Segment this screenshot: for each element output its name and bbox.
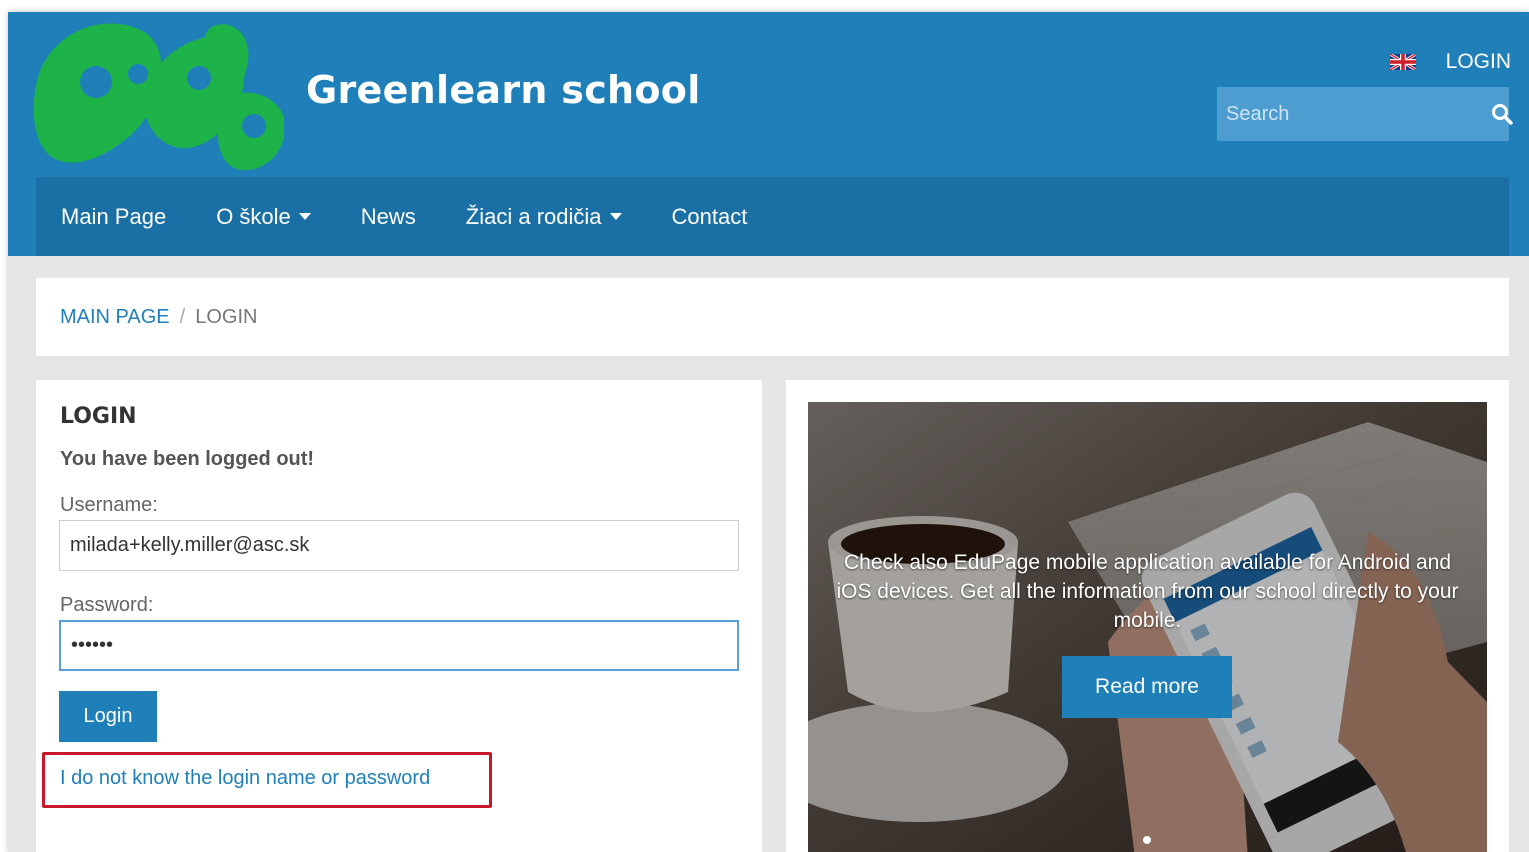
nav-item-o-skole[interactable]: O škole bbox=[191, 177, 336, 256]
search-box bbox=[1217, 87, 1513, 141]
breadcrumb-separator: / bbox=[179, 305, 186, 328]
school-logo[interactable] bbox=[34, 14, 284, 172]
search-input[interactable] bbox=[1217, 87, 1491, 141]
main-navigation: Main Page O škole News Žiaci a rodičia C… bbox=[36, 177, 1509, 256]
promo-banner-image: Check also EduPage mobile application av… bbox=[808, 402, 1487, 852]
carousel-dot[interactable] bbox=[1143, 836, 1151, 844]
breadcrumb-current: LOGIN bbox=[195, 305, 258, 328]
password-field[interactable] bbox=[59, 620, 739, 671]
nav-item-label: O škole bbox=[216, 203, 291, 229]
logout-message: You have been logged out! bbox=[60, 448, 315, 470]
forgot-credentials-link[interactable]: I do not know the login name or password bbox=[60, 767, 430, 790]
page-frame: Greenlearn school LOGIN Search Main Page… bbox=[8, 12, 1529, 852]
username-field[interactable] bbox=[59, 520, 739, 571]
promo-text: Check also EduPage mobile application av… bbox=[836, 551, 1459, 632]
search-icon bbox=[1492, 104, 1513, 125]
nav-item-news[interactable]: News bbox=[336, 177, 441, 256]
password-label: Password: bbox=[60, 594, 154, 616]
breadcrumb: MAIN PAGE / LOGIN bbox=[36, 278, 1509, 356]
login-button[interactable]: Login bbox=[59, 691, 157, 742]
nav-item-label: Main Page bbox=[61, 203, 167, 229]
search-button[interactable] bbox=[1491, 87, 1513, 141]
uk-flag-icon[interactable] bbox=[1389, 54, 1416, 70]
caret-down-icon bbox=[298, 213, 311, 220]
caret-down-icon bbox=[609, 213, 622, 220]
promo-panel: Check also EduPage mobile application av… bbox=[786, 380, 1509, 852]
login-heading: LOGIN bbox=[60, 404, 137, 429]
username-label: Username: bbox=[60, 494, 158, 516]
nav-item-label: Žiaci a rodičia bbox=[465, 203, 602, 229]
read-more-button[interactable]: Read more bbox=[1062, 656, 1232, 718]
site-header: Greenlearn school LOGIN Search Main Page… bbox=[8, 12, 1529, 256]
nav-item-ziaci-a-rodicia[interactable]: Žiaci a rodičia bbox=[441, 177, 647, 256]
nav-item-contact[interactable]: Contact bbox=[647, 177, 773, 256]
login-panel: LOGIN You have been logged out! Username… bbox=[36, 380, 762, 852]
nav-item-label: News bbox=[360, 203, 416, 229]
site-title[interactable]: Greenlearn school bbox=[306, 68, 701, 112]
nav-item-label: Contact bbox=[671, 203, 748, 229]
header-login-link[interactable]: LOGIN bbox=[1446, 50, 1511, 74]
top-links: LOGIN bbox=[1389, 50, 1511, 74]
breadcrumb-home-link[interactable]: MAIN PAGE bbox=[60, 306, 170, 329]
nav-item-main-page[interactable]: Main Page bbox=[36, 177, 191, 256]
